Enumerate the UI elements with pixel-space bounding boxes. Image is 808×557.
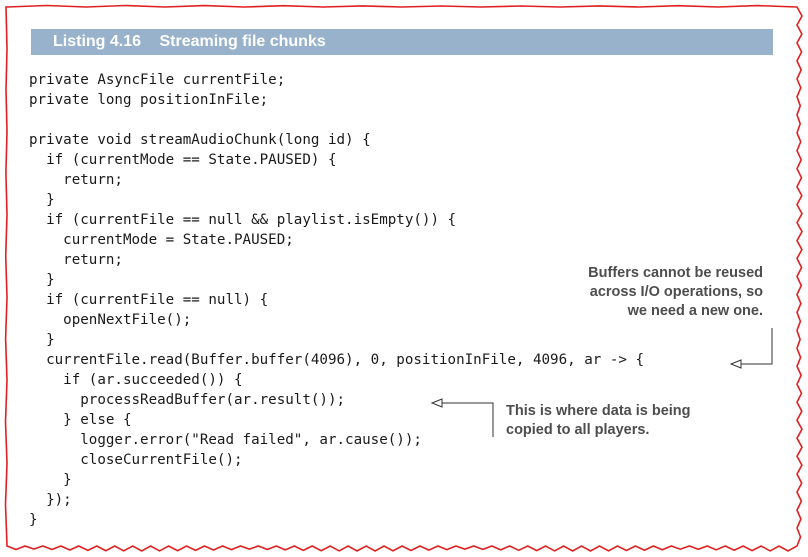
arrowhead-icon: [729, 359, 742, 369]
callout-line-buffers: [736, 328, 773, 365]
callout-lines: [430, 328, 773, 437]
callout-line-data: [436, 402, 494, 437]
arrowhead-icon: [430, 398, 443, 408]
